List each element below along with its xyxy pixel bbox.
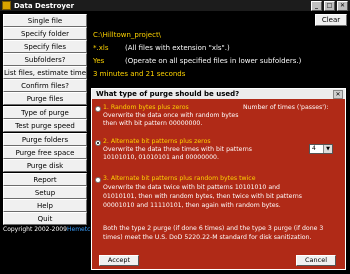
passes-label: Number of times ('passes'):: [243, 104, 329, 111]
dod-note-1: Both the type 2 purge (if done 6 times) …: [103, 225, 324, 232]
minimize-icon[interactable]: _: [311, 0, 322, 11]
purge-disk-button[interactable]: Purge disk: [3, 159, 87, 172]
help-button[interactable]: Help: [3, 199, 87, 212]
app-icon: [2, 1, 11, 10]
option1-radio[interactable]: [95, 106, 101, 112]
close-icon[interactable]: ✕: [337, 0, 348, 11]
specify-folder-button[interactable]: Specify folder: [3, 27, 87, 40]
cancel-button[interactable]: Cancel: [296, 255, 336, 266]
purge-files-button[interactable]: Purge files: [3, 92, 87, 105]
option3-desc-3: 00001010 and 11110101, then again with r…: [103, 202, 281, 209]
confirm-files-button[interactable]: Confirm files?: [3, 79, 87, 92]
app-window: Data Destroyer _ □ ✕ Single file Specify…: [0, 0, 350, 274]
quit-button[interactable]: Quit: [3, 212, 87, 225]
list-files-button[interactable]: List files, estimate time: [3, 66, 87, 79]
company-text: Hemetc: [67, 226, 91, 233]
single-file-button[interactable]: Single file: [3, 14, 87, 27]
option1-desc-1: Overwrite the data once with random byte…: [103, 112, 239, 119]
estimated-time: 3 minutes and 21 seconds: [93, 70, 186, 78]
purge-type-dialog: What type of purge should be used? ✕ Num…: [91, 88, 346, 270]
test-purge-speed-button[interactable]: Test purge speed: [3, 119, 87, 132]
option1-desc-2: then with bit pattern 00000000.: [103, 120, 203, 127]
report-button[interactable]: Report: [3, 173, 87, 186]
option1-title[interactable]: 1. Random bytes plus zeros: [103, 104, 189, 112]
option2-radio[interactable]: [95, 140, 101, 146]
window-controls: _ □ ✕: [311, 0, 348, 11]
option3-desc-2: 01010101, then with random bytes, then t…: [103, 193, 303, 200]
maximize-icon[interactable]: □: [324, 0, 335, 11]
specify-files-button[interactable]: Specify files: [3, 40, 87, 53]
option3-radio[interactable]: [95, 177, 101, 183]
chevron-down-icon[interactable]: ▼: [323, 145, 332, 153]
purge-free-space-button[interactable]: Purge free space: [3, 146, 87, 159]
dialog-title-bar: What type of purge should be used? ✕: [92, 89, 345, 99]
folder-path: C:\Hilltown_project\: [93, 31, 162, 39]
setup-button[interactable]: Setup: [3, 186, 87, 199]
clear-button[interactable]: Clear: [315, 14, 347, 26]
window-title: Data Destroyer: [14, 1, 75, 10]
option3-title[interactable]: 3. Alternate bit patterns plus random by…: [103, 175, 256, 183]
type-of-purge-button[interactable]: Type of purge: [3, 106, 87, 119]
subfolders-value: Yes: [93, 57, 105, 65]
option2-title[interactable]: 2. Alternate bit patterns plus zeros: [103, 138, 211, 146]
passes-select[interactable]: 4 ▼: [309, 144, 333, 154]
option3-desc-1: Overwrite the data twice with bit patter…: [103, 184, 280, 191]
subfolders-desc: (Operate on all specified files in lower…: [125, 57, 302, 65]
copyright-text: Copyright 2002-2009: [3, 226, 67, 233]
passes-value: 4: [312, 145, 316, 152]
dod-note-2: times) meet the U.S. DoD 5220.22-M stand…: [103, 234, 312, 241]
option2-desc-1: Overwrite the data three times with bit …: [103, 146, 253, 153]
option2-desc-2: 10101010, 01010101 and 00000000.: [103, 154, 219, 161]
dialog-close-icon[interactable]: ✕: [333, 90, 343, 99]
file-extension-desc: (All files with extension "xls".): [125, 44, 230, 52]
dialog-title: What type of purge should be used?: [96, 90, 240, 98]
accept-button[interactable]: Accept: [99, 255, 139, 266]
title-bar: Data Destroyer _ □ ✕: [0, 0, 350, 11]
purge-folders-button[interactable]: Purge folders: [3, 133, 87, 146]
subfolders-button[interactable]: Subfolders?: [3, 53, 87, 66]
file-extension: *.xls: [93, 44, 109, 52]
